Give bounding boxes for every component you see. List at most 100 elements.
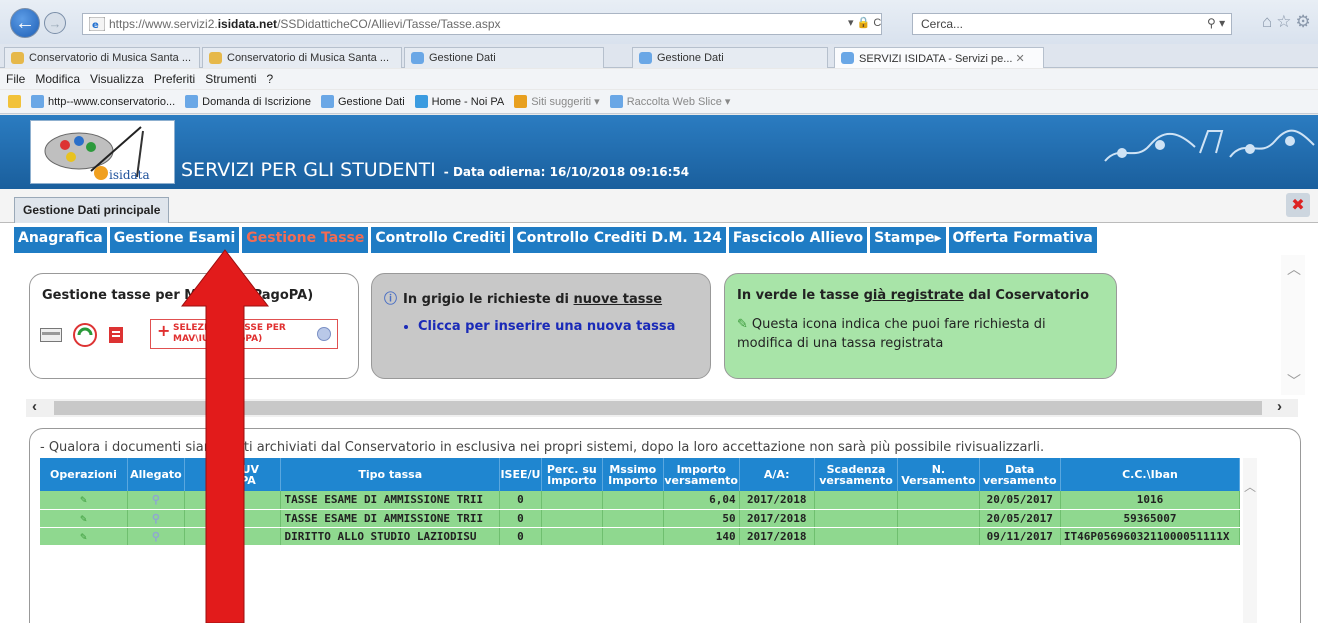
n-versamento-cell	[897, 527, 980, 546]
ie-icon	[411, 52, 424, 64]
page-title: SERVIZI PER GLI STUDENTI - Data odierna: …	[181, 159, 689, 181]
aa-cell: 2017/2018	[739, 509, 815, 528]
menu-modifica[interactable]: Modifica	[35, 72, 80, 86]
gear-icon[interactable]: ⚙	[1296, 12, 1315, 31]
tab-label: Conservatorio di Musica Santa ...	[227, 52, 390, 64]
scadenza-cell	[814, 527, 899, 546]
search-icon[interactable]: ⚲ ▾	[1207, 16, 1225, 30]
caret-right-icon: ▸	[934, 230, 942, 246]
current-date: - Data odierna: 16/10/2018 09:16:54	[443, 165, 690, 179]
menu-help[interactable]: ?	[267, 72, 274, 86]
scroll-up-icon[interactable]: ︿	[1244, 478, 1256, 495]
nav-stampe-label: Stampe	[874, 230, 935, 246]
magnifier-icon[interactable]: ⚲	[127, 527, 185, 546]
info-icon[interactable]	[317, 327, 331, 341]
importo-cell: 50	[663, 509, 740, 528]
url-host: isidata.net	[217, 17, 278, 31]
toolbar-icons[interactable]: ⌂☆⚙	[1262, 12, 1315, 32]
scroll-right-icon[interactable]: ›	[1277, 398, 1282, 415]
data-cell: 20/05/2017	[979, 509, 1061, 528]
title-suffix: dal Coservatorio	[963, 288, 1090, 303]
iban-cell: 59365007	[1060, 509, 1241, 528]
magnifier-icon[interactable]: ⚲	[127, 509, 185, 528]
info-icon: ⓘ	[384, 292, 398, 307]
favorites-bar: http--www.conservatorio... Domanda di Is…	[0, 90, 1318, 114]
edit-pencil-icon[interactable]: ✎	[40, 509, 128, 528]
new-taxes-title: ⓘ In grigio le richieste di nuove tasse	[384, 288, 698, 307]
fav-gestione-dati[interactable]: Gestione Dati	[321, 95, 405, 108]
music-notes-decoration-icon	[1104, 129, 1315, 162]
nav-controllo-crediti-dm124[interactable]: Controllo Crediti D.M. 124	[512, 227, 726, 253]
importo-cell: 6,04	[663, 491, 740, 510]
tab-gestione-dati-1[interactable]: Gestione Dati	[404, 47, 604, 68]
fav-web-slice[interactable]: Raccolta Web Slice ▾	[609, 95, 730, 108]
favorites-star-icon[interactable]	[8, 95, 21, 108]
n-versamento-cell	[897, 509, 980, 528]
isee-cell: 0	[499, 527, 542, 546]
table-scrollbar[interactable]: ︿	[1243, 458, 1257, 623]
fav-domanda-iscrizione[interactable]: Domanda di Iscrizione	[185, 95, 311, 108]
col-iban: C.C.\Iban	[1060, 458, 1241, 491]
ie-icon	[639, 52, 652, 64]
fav-conservatorio[interactable]: http--www.conservatorio...	[31, 95, 175, 108]
palette-logo-icon: isidata	[44, 126, 150, 182]
tab-conservatorio-2[interactable]: Conservatorio di Musica Santa ...	[202, 47, 402, 68]
title-underlined: già registrate	[863, 288, 964, 303]
pdf-icon[interactable]	[108, 326, 124, 344]
col-aa: A/A:	[739, 458, 815, 491]
section-bar: Gestione Dati principale ✖	[0, 189, 1318, 223]
favicon-icon	[11, 52, 24, 64]
tab-label: Gestione Dati	[657, 52, 724, 64]
edit-pencil-icon[interactable]: ✎	[40, 527, 128, 546]
perc-cell	[541, 509, 603, 528]
refresh-icon[interactable]	[72, 322, 98, 348]
menu-file[interactable]: File	[6, 72, 25, 86]
address-bar[interactable]: e https://www.servizi2. isidata.net/SSDid…	[82, 13, 882, 35]
perc-cell	[541, 527, 603, 546]
nav-anagrafica[interactable]: Anagrafica	[14, 227, 107, 253]
scadenza-cell	[814, 491, 899, 510]
scroll-up-icon[interactable]: ︿	[1287, 259, 1301, 279]
ie-page-icon: e	[89, 17, 105, 31]
massimo-cell	[602, 527, 664, 546]
star-icon[interactable]: ☆	[1276, 12, 1295, 31]
iban-cell: IT46P0569603211000051111X	[1060, 527, 1241, 546]
fav-noi-pa[interactable]: Home - Noi PA	[414, 95, 504, 108]
menu-preferiti[interactable]: Preferiti	[154, 72, 195, 86]
ie-icon	[841, 52, 854, 64]
home-icon[interactable]: ⌂	[1262, 12, 1276, 31]
insert-new-tax-link[interactable]: Clicca per inserire una nuova tassa	[418, 319, 698, 334]
tab-conservatorio-1[interactable]: Conservatorio di Musica Santa ...	[4, 47, 200, 68]
back-button[interactable]: ←	[10, 8, 40, 38]
col-tipo-tassa: Tipo tassa	[280, 458, 501, 491]
tipo-cell: TASSE ESAME DI AMMISSIONE TRII	[280, 509, 501, 528]
nav-controllo-crediti[interactable]: Controllo Crediti	[371, 227, 510, 253]
menu-bar: File Modifica Visualizza Preferiti Strum…	[0, 69, 1318, 89]
pin-icon[interactable]: ✖	[1286, 193, 1310, 217]
isee-cell: 0	[499, 491, 542, 510]
nav-fascicolo-allievo[interactable]: Fascicolo Allievo	[728, 227, 868, 253]
nav-stampe[interactable]: Stampe▸	[870, 227, 946, 253]
tab-gestione-dati-principale[interactable]: Gestione Dati principale	[14, 197, 170, 223]
bing-icon	[514, 95, 528, 108]
card-icon[interactable]	[40, 328, 62, 342]
menu-visualizza[interactable]: Visualizza	[90, 72, 144, 86]
forward-button[interactable]: →	[44, 12, 66, 34]
search-input[interactable]: Cerca...	[912, 13, 1232, 35]
tab-close-icon[interactable]: ✕	[1016, 53, 1025, 65]
fav-siti-suggeriti[interactable]: Siti suggeriti ▾	[514, 95, 600, 108]
tab-gestione-dati-2[interactable]: Gestione Dati	[632, 47, 828, 68]
edit-pencil-icon[interactable]: ✎	[40, 491, 128, 510]
data-cell: 20/05/2017	[979, 491, 1061, 510]
title-prefix: In grigio le richieste di	[403, 292, 574, 307]
n-versamento-cell	[897, 491, 980, 510]
tab-servizi-isidata[interactable]: SERVIZI ISIDATA - Servizi pe... ✕	[834, 47, 1044, 68]
nav-offerta-formativa[interactable]: Offerta Formativa	[948, 227, 1097, 253]
vertical-scrollbar[interactable]: ︿ ﹀	[1281, 255, 1305, 395]
address-controls[interactable]: ▾ 🔒 C	[848, 16, 881, 29]
scroll-down-icon[interactable]: ﹀	[1287, 371, 1301, 391]
scroll-left-icon[interactable]: ‹	[32, 398, 37, 415]
menu-strumenti[interactable]: Strumenti	[205, 72, 256, 86]
url-prefix: https://www.servizi2.	[109, 17, 218, 31]
magnifier-icon[interactable]: ⚲	[127, 491, 185, 510]
